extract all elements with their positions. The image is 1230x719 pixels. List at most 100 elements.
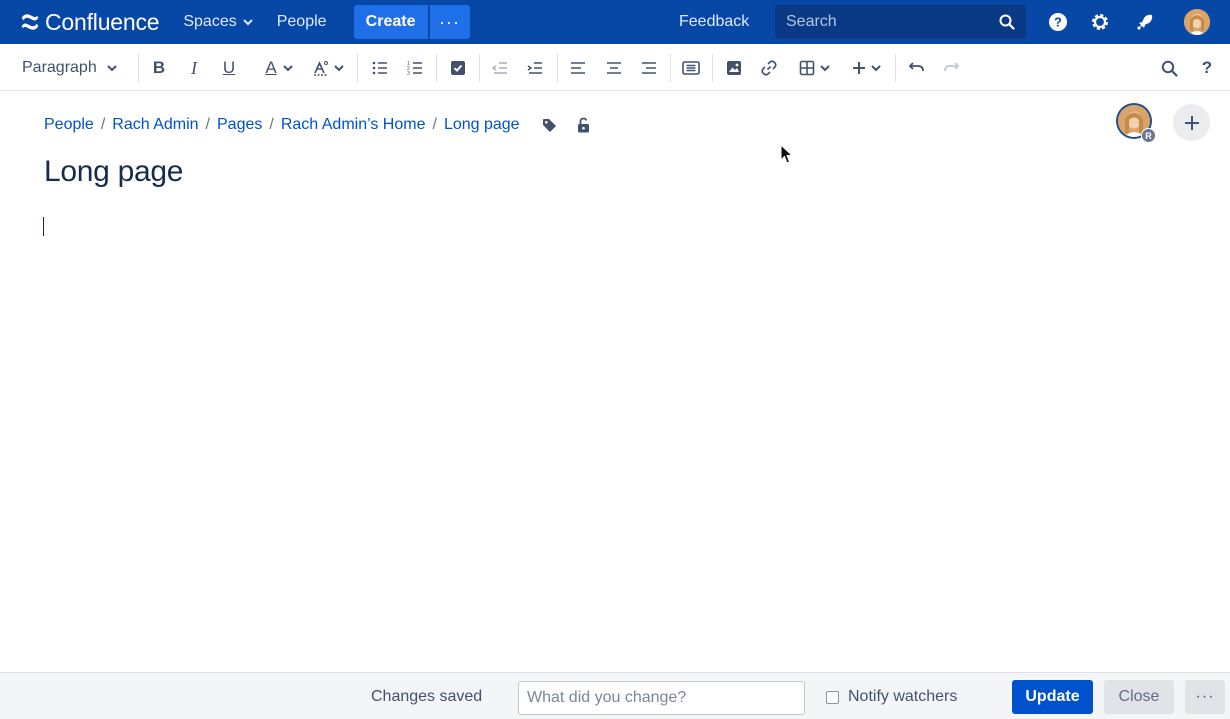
close-button[interactable]: Close bbox=[1104, 680, 1174, 714]
text-color-icon: A bbox=[265, 58, 277, 77]
table-icon bbox=[799, 60, 814, 76]
align-center-icon bbox=[607, 62, 621, 74]
layout-icon bbox=[682, 61, 700, 75]
confluence-logo[interactable]: Confluence bbox=[20, 0, 160, 44]
align-right-icon bbox=[642, 62, 656, 74]
align-right-button[interactable] bbox=[638, 54, 660, 82]
indent-icon bbox=[527, 62, 542, 74]
update-button[interactable]: Update bbox=[1012, 680, 1093, 714]
align-left-button[interactable] bbox=[567, 54, 589, 82]
redo-button[interactable] bbox=[941, 54, 963, 82]
restrictions-button[interactable] bbox=[576, 117, 591, 133]
toolbar-divider bbox=[670, 54, 671, 82]
insert-more-button[interactable] bbox=[846, 54, 886, 82]
text-style-button[interactable] bbox=[308, 54, 348, 82]
outdent-icon bbox=[492, 62, 507, 74]
breadcrumb-separator: / bbox=[432, 116, 437, 133]
feedback-link[interactable]: Feedback bbox=[671, 6, 757, 38]
insert-more-icon bbox=[852, 62, 865, 74]
settings-button[interactable] bbox=[1089, 11, 1111, 33]
confluence-logo-icon bbox=[21, 14, 39, 30]
link-icon bbox=[761, 60, 777, 76]
mouse-pointer-icon bbox=[780, 144, 794, 164]
labels-button[interactable] bbox=[542, 118, 557, 133]
help-icon: ? bbox=[1201, 58, 1213, 77]
change-message-input[interactable] bbox=[518, 681, 805, 715]
help-icon: ? bbox=[1049, 13, 1067, 31]
italic-button[interactable]: I bbox=[183, 54, 205, 82]
text-cursor bbox=[43, 217, 44, 236]
task-list-button[interactable] bbox=[447, 54, 469, 82]
create-button[interactable]: Create bbox=[353, 5, 428, 39]
bullet-list-button[interactable] bbox=[369, 54, 391, 82]
breadcrumb: People / Rach Admin / Pages / Rach Admin… bbox=[44, 116, 591, 134]
insert-image-button[interactable] bbox=[723, 54, 745, 82]
create-more-button[interactable]: ··· bbox=[429, 5, 470, 39]
checkbox-box[interactable] bbox=[826, 690, 839, 704]
toolbar-divider bbox=[712, 54, 713, 82]
paragraph-style-dropdown[interactable]: Paragraph bbox=[14, 54, 130, 82]
settings-icon bbox=[1092, 14, 1108, 30]
text-color-button[interactable]: A bbox=[259, 54, 299, 82]
label-tag-icon bbox=[542, 118, 556, 132]
bold-button[interactable]: B bbox=[148, 54, 170, 82]
help-button[interactable]: ? bbox=[1047, 11, 1069, 33]
chevron-down-icon bbox=[107, 64, 117, 71]
toolbar-divider bbox=[357, 54, 358, 82]
undo-icon bbox=[908, 62, 924, 72]
breadcrumb-long-page[interactable]: Long page bbox=[444, 116, 520, 134]
avatar-image bbox=[1184, 9, 1210, 35]
breadcrumb-separator: / bbox=[100, 116, 106, 133]
toolbar-divider bbox=[436, 54, 437, 82]
invite-to-edit-button[interactable] bbox=[1173, 104, 1210, 141]
search-box bbox=[775, 5, 1026, 39]
outdent-button[interactable] bbox=[489, 54, 511, 82]
toolbar-divider bbox=[895, 54, 896, 82]
layout-button[interactable] bbox=[680, 54, 702, 82]
collaborator-initial-badge: R bbox=[1141, 128, 1156, 143]
save-status: Changes saved bbox=[371, 688, 483, 705]
redo-icon bbox=[944, 62, 960, 72]
chevron-down-icon bbox=[870, 64, 881, 71]
underline-icon: U bbox=[222, 58, 236, 77]
breadcrumb-rach-admin[interactable]: Rach Admin bbox=[112, 116, 198, 134]
editor-footer: Changes saved Notify watchers Update Clo… bbox=[0, 672, 1230, 719]
find-replace-button[interactable] bbox=[1158, 54, 1180, 82]
more-options-button[interactable]: ··· bbox=[1185, 680, 1225, 714]
insert-link-button[interactable] bbox=[758, 54, 780, 82]
insert-table-button[interactable] bbox=[794, 54, 834, 82]
breadcrumb-separator: / bbox=[269, 116, 274, 133]
page-title[interactable]: Long page bbox=[44, 155, 183, 189]
italic-icon: I bbox=[191, 57, 197, 78]
notify-watchers-label: Notify watchers bbox=[848, 688, 958, 705]
bold-icon: B bbox=[152, 58, 166, 77]
user-avatar[interactable] bbox=[1184, 9, 1210, 35]
image-icon bbox=[727, 61, 741, 75]
find-replace-icon bbox=[1161, 60, 1178, 77]
notify-watchers-checkbox[interactable]: Notify watchers bbox=[826, 688, 957, 706]
search-input[interactable] bbox=[775, 13, 985, 31]
bullet-list-icon bbox=[372, 61, 387, 75]
numbered-list-button[interactable]: 1 2 3 bbox=[404, 54, 426, 82]
indent-button[interactable] bbox=[524, 54, 546, 82]
notifications-button[interactable] bbox=[1134, 11, 1156, 33]
task-list-icon bbox=[451, 61, 465, 75]
spaces-label: Spaces bbox=[183, 13, 237, 30]
undo-button[interactable] bbox=[905, 54, 927, 82]
plus-icon bbox=[1184, 115, 1199, 130]
breadcrumb-home[interactable]: Rach Admin’s Home bbox=[281, 116, 426, 134]
breadcrumb-people[interactable]: People bbox=[44, 116, 94, 134]
logo-text: Confluence bbox=[45, 8, 160, 35]
chevron-down-icon bbox=[243, 18, 253, 25]
align-center-button[interactable] bbox=[603, 54, 625, 82]
breadcrumb-pages[interactable]: Pages bbox=[217, 116, 262, 134]
toolbar-divider bbox=[479, 54, 480, 82]
editor-toolbar: Paragraph B I U A 1 2 3 ? bbox=[0, 44, 1230, 91]
restrictions-lock-icon bbox=[577, 117, 589, 133]
svg-text:?: ? bbox=[1054, 15, 1062, 30]
editor-help-button[interactable]: ? bbox=[1196, 54, 1218, 82]
spaces-menu[interactable]: Spaces bbox=[174, 6, 261, 38]
search-icon[interactable] bbox=[999, 14, 1015, 30]
people-link[interactable]: People bbox=[268, 6, 336, 38]
underline-button[interactable]: U bbox=[218, 54, 240, 82]
